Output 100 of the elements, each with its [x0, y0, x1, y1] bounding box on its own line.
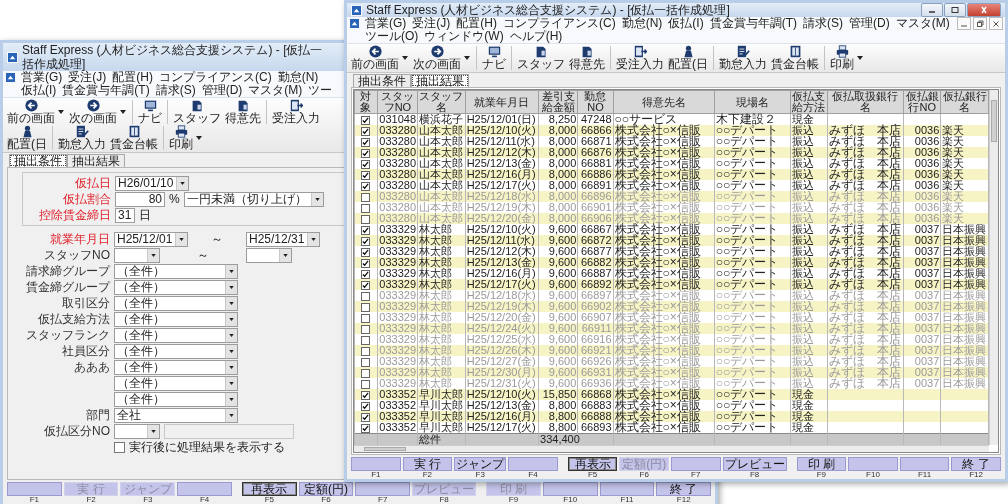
checkbox[interactable] — [361, 324, 371, 334]
toolbar-button[interactable]: 前の画面 — [5, 99, 57, 125]
checkbox[interactable] — [361, 148, 371, 158]
dropdown[interactable]: （全件） — [114, 375, 238, 391]
function-key[interactable]: 終 了 — [656, 482, 712, 496]
column-header[interactable]: 対象 — [354, 90, 378, 114]
checkbox[interactable] — [361, 236, 371, 246]
dropdown[interactable] — [114, 247, 160, 263]
toolbar-button[interactable]: スタッフ — [171, 99, 223, 125]
menu-item[interactable]: 配置(H) — [109, 71, 156, 84]
number-field[interactable]: 80 — [115, 191, 165, 207]
toolbar-button[interactable]: 配置(日 — [666, 45, 710, 71]
menu-item[interactable]: 仮払(I) — [665, 17, 707, 30]
toolbar-button[interactable]: 印刷 — [167, 125, 195, 151]
close-button[interactable] — [967, 3, 1001, 17]
menu-item[interactable]: 営業(G) — [362, 17, 410, 30]
dropdown[interactable]: （全件） — [114, 391, 238, 407]
menu-item[interactable]: コンプライアンス(C) — [156, 71, 275, 84]
menu-item[interactable]: 管理(D) — [198, 84, 246, 97]
toolbar-button[interactable]: 勤怠入力 — [717, 45, 769, 71]
checkbox[interactable] — [361, 115, 371, 125]
minimize-button[interactable] — [921, 3, 943, 17]
menu-item[interactable]: 勤怠(N) — [618, 17, 666, 30]
tab[interactable]: 抽出結果 — [67, 154, 125, 167]
checkbox[interactable] — [361, 280, 371, 290]
menu-item[interactable]: 仮払(I) — [18, 84, 60, 97]
column-header[interactable]: 仮払取扱銀行名 — [827, 90, 904, 114]
checkbox[interactable] — [361, 258, 371, 268]
caret-icon[interactable] — [58, 110, 64, 114]
function-key[interactable] — [542, 482, 598, 496]
menu-item[interactable]: 請求(S) — [800, 17, 846, 30]
caret-icon[interactable] — [402, 56, 408, 60]
tab[interactable]: 抽出条件 — [353, 74, 411, 87]
function-key[interactable] — [599, 482, 655, 496]
checkbox[interactable] — [361, 181, 371, 191]
checkbox[interactable] — [361, 137, 371, 147]
menu-item[interactable]: 請求(S) — [152, 84, 199, 97]
function-key[interactable]: 実 行 — [402, 457, 453, 471]
function-key[interactable]: 再表示 — [567, 457, 618, 471]
vertical-scrollbar[interactable] — [989, 90, 998, 445]
caret-icon[interactable] — [464, 56, 470, 60]
toolbar-button[interactable]: 印刷 — [828, 45, 856, 71]
toolbar-button[interactable]: スタッフ — [515, 45, 567, 71]
menu-item[interactable]: マスタ(M) — [245, 84, 306, 97]
rounding-dropdown[interactable]: 一円未満（切り上げ） — [183, 191, 324, 207]
function-key[interactable]: 印 刷 — [796, 457, 847, 471]
checkbox[interactable] — [361, 214, 371, 224]
menu-item[interactable]: ツー — [305, 84, 336, 97]
menu-item[interactable]: 賃金賞与年調(T) — [59, 84, 153, 97]
dropdown[interactable]: （全件） — [114, 263, 238, 279]
column-header[interactable]: 勤怠NO — [577, 90, 613, 114]
toolbar-button[interactable]: 次の画面 — [67, 99, 119, 125]
maximize-button[interactable] — [944, 3, 966, 17]
column-header[interactable]: 就業年月日 — [465, 90, 539, 114]
function-key[interactable]: 再表示 — [241, 482, 297, 496]
function-key[interactable]: 終 了 — [951, 457, 1001, 471]
column-header[interactable]: 仮払支給方法 — [790, 90, 828, 114]
text-field[interactable] — [164, 423, 294, 439]
checkbox[interactable] — [361, 225, 371, 235]
checkbox[interactable] — [361, 368, 371, 378]
checkbox[interactable] — [361, 423, 371, 433]
toolbar-button[interactable]: 賃金台帳 — [108, 125, 160, 151]
checkbox[interactable] — [361, 192, 371, 202]
function-key[interactable]: 定額(円) — [298, 482, 354, 496]
dropdown[interactable]: （全件） — [114, 311, 238, 327]
checkbox[interactable] — [361, 269, 371, 279]
checkbox[interactable] — [361, 335, 371, 345]
toolbar-button[interactable]: ナビ — [480, 45, 508, 71]
dropdown[interactable] — [246, 247, 292, 263]
column-header[interactable]: 仮払銀行NO — [903, 90, 941, 114]
toolbar-button[interactable]: 得意先 — [567, 45, 607, 71]
number-field[interactable]: 31 — [115, 207, 135, 223]
checkbox[interactable] — [361, 379, 371, 389]
function-key[interactable]: プレビュー — [722, 457, 787, 471]
column-header[interactable]: スタッフ名 — [417, 90, 466, 114]
checkbox[interactable] — [114, 441, 125, 453]
dropdown[interactable]: （全件） — [114, 279, 238, 295]
toolbar-button[interactable]: 賃金台帳 — [769, 45, 821, 71]
toolbar-button[interactable]: ナビ — [136, 99, 164, 125]
toolbar-button[interactable]: 配置(日 — [5, 125, 49, 151]
caret-icon[interactable] — [196, 136, 202, 140]
dropdown[interactable]: （全件） — [114, 295, 238, 311]
checkbox[interactable] — [361, 203, 371, 213]
checkbox[interactable] — [361, 170, 371, 180]
checkbox[interactable] — [361, 247, 371, 257]
menu-item[interactable]: マスタ(M) — [892, 17, 953, 30]
checkbox[interactable] — [361, 401, 371, 411]
checkbox[interactable] — [361, 357, 371, 367]
menu-item[interactable]: ツール(O) — [362, 30, 422, 43]
close-icon[interactable] — [989, 17, 1003, 30]
column-header[interactable]: 現場名 — [714, 90, 791, 114]
column-header[interactable]: 差引支給金額 — [538, 90, 578, 114]
column-header[interactable]: 得意先名 — [613, 90, 715, 114]
checkbox[interactable] — [361, 346, 371, 356]
menu-item[interactable]: 受注(J) — [65, 71, 110, 84]
dropdown[interactable]: 全社 — [114, 407, 238, 423]
checkbox[interactable] — [361, 313, 371, 323]
restore-icon[interactable] — [973, 17, 987, 30]
dropdown[interactable]: H25/12/31 — [246, 231, 320, 247]
checkbox[interactable] — [361, 159, 371, 169]
